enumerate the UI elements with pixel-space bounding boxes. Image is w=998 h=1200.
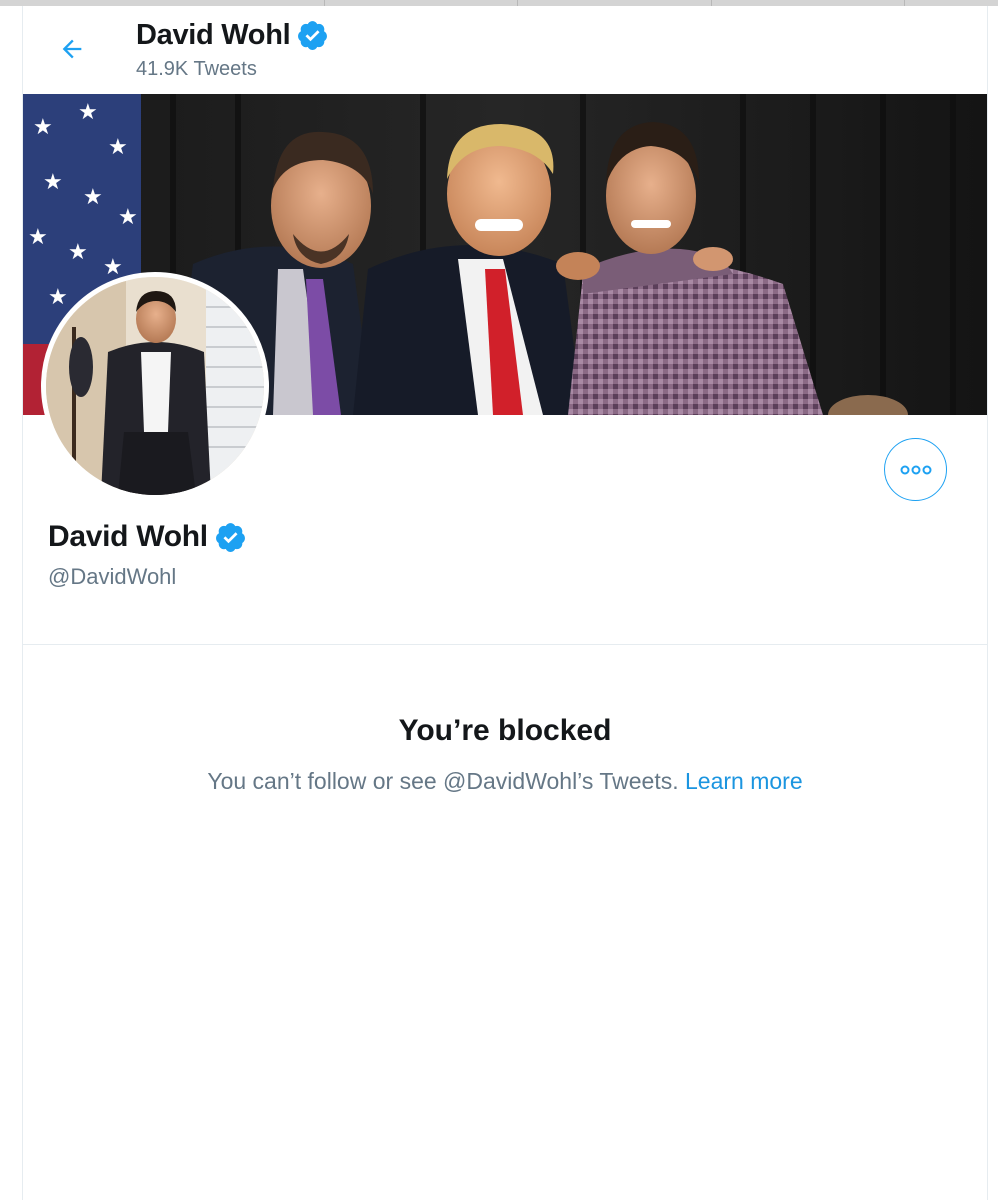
svg-text:★: ★ [33,114,53,139]
blocked-message: You can’t follow or see @DavidWohl’s Twe… [207,768,685,794]
svg-text:★: ★ [118,204,138,229]
more-options-button[interactable] [884,438,947,501]
profile-avatar[interactable] [41,272,269,500]
profile-handle: @DavidWohl [48,564,177,589]
svg-text:★: ★ [78,99,98,124]
profile-column: David Wohl 41.9K Tweets ★ ★ ★ ★ ★ ★ ★ ★ … [22,6,988,1200]
svg-text:★: ★ [48,284,68,309]
profile-header-bar: David Wohl 41.9K Tweets [23,6,987,94]
svg-text:★: ★ [28,224,48,249]
svg-text:★: ★ [83,184,103,209]
svg-text:★: ★ [68,239,88,264]
section-divider [23,644,987,645]
verified-badge-icon [215,522,245,552]
blocked-message-row: You can’t follow or see @DavidWohl’s Twe… [23,768,987,795]
tweet-count: 41.9K Tweets [136,58,257,80]
svg-text:★: ★ [103,254,123,279]
header-name-row: David Wohl [136,18,329,52]
blocked-title: You’re blocked [398,714,612,747]
verified-badge-icon [298,20,328,50]
profile-name-row: David Wohl [48,520,247,554]
back-arrow-icon [62,39,82,59]
profile-name: David Wohl [48,520,208,553]
svg-text:★: ★ [43,169,63,194]
back-button[interactable] [51,28,93,70]
avatar-photo [46,277,264,495]
svg-text:★: ★ [108,134,128,159]
header-name: David Wohl [136,18,291,51]
more-options-icon [900,465,931,474]
learn-more-link[interactable]: Learn more [685,768,803,794]
